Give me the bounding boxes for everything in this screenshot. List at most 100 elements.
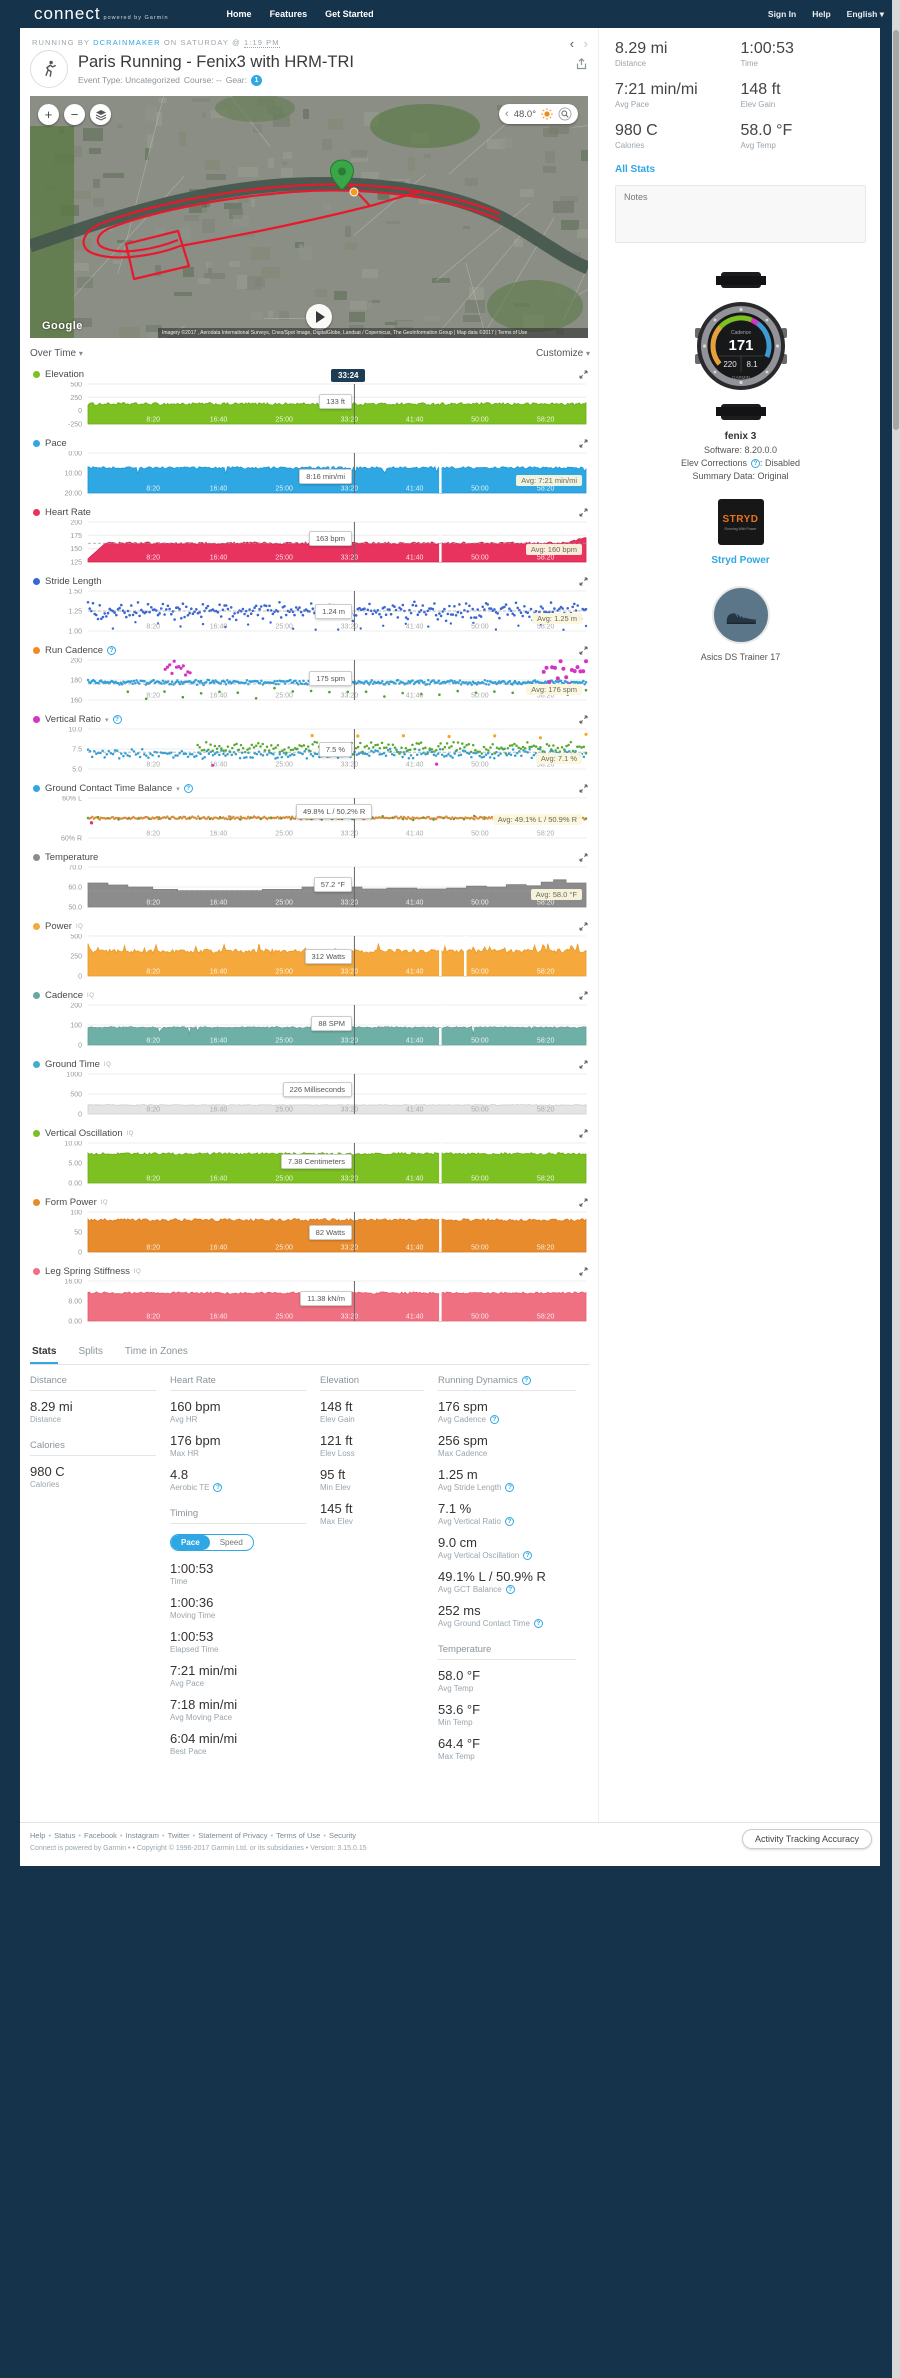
expand-chart-icon[interactable] (579, 508, 588, 517)
info-icon[interactable]: ? (523, 1551, 533, 1560)
chart-stride-length[interactable]: Stride Length 8:20 16:40 25:00 33:20 41:40 50… (30, 574, 590, 636)
pace-speed-toggle[interactable]: Pace Speed (170, 1534, 254, 1551)
expand-chart-icon[interactable] (579, 577, 588, 586)
svg-text:8:20: 8:20 (146, 969, 160, 976)
footer-link-help[interactable]: Help (30, 1831, 45, 1840)
course[interactable]: Course: -- (184, 75, 222, 85)
summary-stat: 58.0 °F Avg Temp (740, 122, 793, 150)
activity-map[interactable]: + − ‹ 48.0° Google Imagery ©2017 , Aerod… (30, 96, 588, 338)
page-scrollbar[interactable] (892, 0, 900, 2378)
nav-link-home[interactable]: Home (227, 9, 252, 19)
expand-chart-icon[interactable] (579, 646, 588, 655)
map-zoom-in-button[interactable]: + (38, 104, 59, 125)
map-layers-button[interactable] (90, 104, 111, 125)
footer-link-status[interactable]: Status (54, 1831, 75, 1840)
chart-vertical-oscillation[interactable]: Vertical Oscillation IQ 8:20 16:40 25:00 33… (30, 1126, 590, 1188)
next-activity-arrow[interactable]: › (584, 36, 588, 51)
username-link[interactable]: DCRAINMAKER (93, 38, 161, 47)
expand-chart-icon[interactable] (579, 1267, 588, 1276)
footer-link-statement-of-privacy[interactable]: Statement of Privacy (198, 1831, 267, 1840)
expand-chart-icon[interactable] (579, 1198, 588, 1207)
info-icon[interactable]: ? (505, 1585, 515, 1594)
svg-text:500: 500 (70, 1092, 82, 1099)
info-icon[interactable]: ? (489, 1415, 499, 1424)
chart-elevation[interactable]: Elevation 8:20 16:40 25:00 33:20 41:40 50:00 5… (30, 367, 590, 429)
svg-text:25:00: 25:00 (275, 762, 293, 769)
stryd-power-link[interactable]: Stryd Power (615, 555, 866, 566)
chart-pace[interactable]: Pace 8:20 16:40 25:00 33:20 41:40 50:00 58:20 0… (30, 436, 590, 498)
tab-stats[interactable]: Stats (30, 1340, 59, 1364)
map-bearing-control[interactable]: ‹ 48.0° (499, 104, 578, 124)
info-icon[interactable]: ? (213, 1483, 223, 1492)
expand-chart-icon[interactable] (579, 853, 588, 862)
chart-vertical-ratio[interactable]: Vertical Ratio ▾ ? 8:20 16:40 25:00 33:20 41… (30, 712, 590, 774)
connect-logo[interactable]: connect powered by Garmin (34, 4, 169, 24)
info-icon[interactable]: ? (183, 784, 193, 793)
footer-link-instagram[interactable]: Instagram (126, 1831, 159, 1840)
tab-splits[interactable]: Splits (76, 1340, 104, 1364)
share-icon[interactable] (575, 57, 588, 76)
chart-dropdown-caret[interactable]: ▾ (105, 716, 109, 724)
chart-power[interactable]: Power IQ 8:20 16:40 25:00 33:20 41:40 50:00 58… (30, 919, 590, 981)
device-block: Cadence 171 220 8.1 GARMIN fenix 3 Softw… (615, 270, 866, 662)
stat-item: 95 ft Min Elev (320, 1467, 351, 1492)
magnifier-icon[interactable] (558, 107, 572, 121)
sun-icon[interactable] (541, 108, 553, 120)
footer-link-terms-of-use[interactable]: Terms of Use (276, 1831, 320, 1840)
footer-link-twitter[interactable]: Twitter (168, 1831, 190, 1840)
info-icon[interactable]: ? (521, 1376, 531, 1385)
expand-chart-icon[interactable] (579, 715, 588, 724)
notes-input[interactable] (615, 185, 866, 243)
expand-chart-icon[interactable] (579, 1129, 588, 1138)
scrollbar-thumb[interactable] (893, 30, 899, 430)
expand-chart-icon[interactable] (579, 922, 588, 931)
info-icon[interactable]: ? (505, 1483, 515, 1492)
chart-gct-balance[interactable]: Ground Contact Time Balance ▾ ? 8:20 16:4… (30, 781, 590, 843)
svg-text:33:20: 33:20 (341, 417, 359, 424)
chart-form-power[interactable]: Form Power IQ 8:20 16:40 25:00 33:20 41:40 50… (30, 1195, 590, 1257)
expand-chart-icon[interactable] (579, 370, 588, 379)
map-zoom-out-button[interactable]: − (64, 104, 85, 125)
chart-ground-time[interactable]: Ground Time IQ 8:20 16:40 25:00 33:20 41:40 5… (30, 1057, 590, 1119)
chart-run-cadence[interactable]: Run Cadence ? 8:20 16:40 25:00 33:20 41:40 50… (30, 643, 590, 705)
tab-time-in-zones[interactable]: Time in Zones (123, 1340, 190, 1364)
connect-iq-tag: IQ (100, 1199, 109, 1206)
expand-chart-icon[interactable] (579, 784, 588, 793)
activity-tracking-accuracy-button[interactable]: Activity Tracking Accuracy (741, 1829, 872, 1849)
series-dot (33, 647, 40, 654)
expand-chart-icon[interactable] (579, 1060, 588, 1069)
info-icon[interactable]: ? (533, 1619, 543, 1628)
event-type[interactable]: Event Type: Uncategorized (78, 75, 180, 85)
gear-count-badge[interactable]: 1 (250, 74, 262, 86)
nav-english[interactable]: English ▾ (847, 9, 884, 20)
footer-link-facebook[interactable]: Facebook (84, 1831, 117, 1840)
customize-dropdown[interactable]: Customize ▾ (536, 348, 590, 359)
chart-temperature[interactable]: Temperature 8:20 16:40 25:00 33:20 41:40 50:0… (30, 850, 590, 912)
info-icon[interactable]: ? (107, 646, 117, 655)
info-icon[interactable]: ? (505, 1517, 514, 1526)
chart-leg-spring-stiffness[interactable]: Leg Spring Stiffness IQ 8:20 16:40 25:00 33… (30, 1264, 590, 1326)
map-play-button[interactable] (306, 304, 332, 330)
device-name[interactable]: fenix 3 (615, 431, 866, 442)
series-dot (33, 1199, 40, 1206)
nav-link-get-started[interactable]: Get Started (325, 9, 374, 19)
chart-heart-rate[interactable]: Heart Rate 8:20 16:40 25:00 33:20 41:40 50:00… (30, 505, 590, 567)
chart-cadence[interactable]: Cadence IQ 8:20 16:40 25:00 33:20 41:40 50:00… (30, 988, 590, 1050)
expand-chart-icon[interactable] (579, 991, 588, 1000)
all-stats-link[interactable]: All Stats (615, 164, 866, 175)
bearing-collapse-icon[interactable]: ‹ (505, 108, 509, 120)
nav-help[interactable]: Help (812, 9, 830, 19)
footer-link-security[interactable]: Security (329, 1831, 356, 1840)
prev-activity-arrow[interactable]: ‹ (570, 36, 574, 51)
info-icon[interactable]: ? (751, 458, 760, 468)
svg-text:41:40: 41:40 (406, 762, 424, 769)
expand-chart-icon[interactable] (579, 439, 588, 448)
shoe-icon[interactable] (711, 586, 770, 644)
chart-dropdown-caret[interactable]: ▾ (176, 785, 180, 793)
chart-title: Stride Length (45, 576, 102, 587)
gear-name[interactable]: Asics DS Trainer 17 (615, 652, 866, 662)
nav-link-features[interactable]: Features (270, 9, 308, 19)
over-time-dropdown[interactable]: Over Time ▾ (30, 348, 83, 359)
nav-signin[interactable]: Sign In (768, 9, 796, 19)
info-icon[interactable]: ? (112, 715, 122, 724)
